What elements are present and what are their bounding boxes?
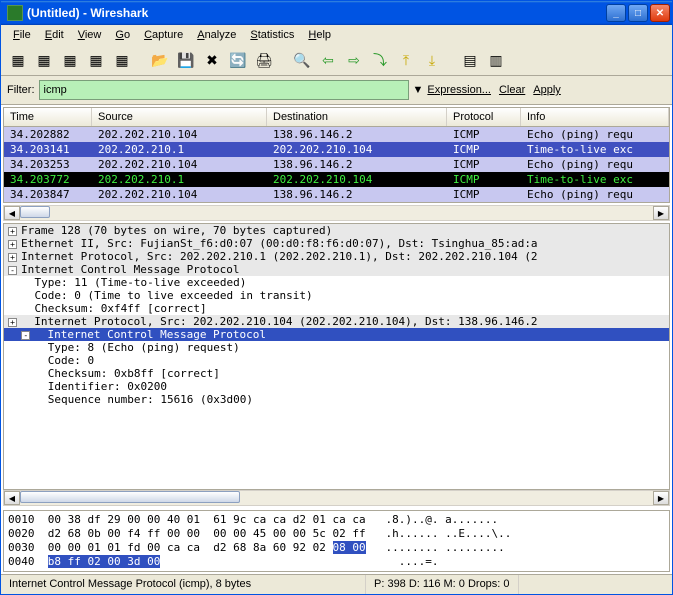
tree-code[interactable]: Code: 0 (Time to live exceeded in transi… [4,289,669,302]
close-file-icon[interactable]: ✖ [201,49,223,71]
tree-checksum[interactable]: Checksum: 0xf4ff [correct] [4,302,669,315]
tree-icmp[interactable]: -Internet Control Message Protocol [4,263,669,276]
hex-row[interactable]: 0010 00 38 df 29 00 00 40 01 61 9c ca ca… [8,513,665,527]
tree-inner-icmp[interactable]: - Internet Control Message Protocol [4,328,669,341]
scroll-right-icon[interactable]: ▶ [653,491,669,505]
goto-icon[interactable]: ⤵ [369,49,391,71]
open-icon[interactable]: 📂 [149,49,171,71]
start-capture-icon[interactable]: ▦ [59,49,81,71]
menu-statistics[interactable]: Statistics [244,27,300,43]
statusbar: Internet Control Message Protocol (icmp)… [1,574,672,594]
tree-type[interactable]: Type: 11 (Time-to-live exceeded) [4,276,669,289]
scroll-left-icon[interactable]: ◀ [4,206,20,220]
col-source[interactable]: Source [92,108,267,126]
autoscroll-icon[interactable]: ▥ [485,49,507,71]
titlebar[interactable]: (Untitled) - Wireshark _ □ ✕ [1,1,672,25]
tree-seqnum[interactable]: Sequence number: 15616 (0x3d00) [4,393,669,406]
save-icon[interactable]: 💾 [175,49,197,71]
scroll-right-icon[interactable]: ▶ [653,206,669,220]
stop-capture-icon[interactable]: ▦ [85,49,107,71]
back-icon[interactable]: ⇦ [317,49,339,71]
hex-pane[interactable]: 0010 00 38 df 29 00 00 40 01 61 9c ca ca… [3,510,670,572]
hex-row[interactable]: 0040 b8 ff 02 00 3d 00 ....=. [8,555,665,569]
menu-help[interactable]: Help [302,27,337,43]
goto-first-icon[interactable]: ⤒ [395,49,417,71]
print-icon[interactable]: 🖨 [253,49,275,71]
minimize-button[interactable]: _ [606,4,626,22]
hex-row[interactable]: 0020 d2 68 0b 00 f4 ff 00 00 00 00 45 00… [8,527,665,541]
menu-analyze[interactable]: Analyze [191,27,242,43]
packet-row[interactable]: 34.202882202.202.210.104138.96.146.2ICMP… [4,127,669,142]
interfaces-icon[interactable]: ▦ [7,49,29,71]
tree-ip[interactable]: +Internet Protocol, Src: 202.202.210.1 (… [4,250,669,263]
packet-row[interactable]: 34.203772202.202.210.1202.202.210.104ICM… [4,172,669,187]
colorize-icon[interactable]: ▤ [459,49,481,71]
filter-input[interactable] [39,80,409,100]
detail-pane: +Frame 128 (70 bytes on wire, 70 bytes c… [3,223,670,490]
tree-frame[interactable]: +Frame 128 (70 bytes on wire, 70 bytes c… [4,224,669,237]
menu-file[interactable]: File [7,27,37,43]
collapse-icon[interactable]: - [8,266,17,275]
reload-icon[interactable]: 🔄 [227,49,249,71]
forward-icon[interactable]: ⇨ [343,49,365,71]
menu-edit[interactable]: Edit [39,27,70,43]
packet-row[interactable]: 34.203141202.202.210.1202.202.210.104ICM… [4,142,669,157]
collapse-icon[interactable]: - [21,331,30,340]
find-icon[interactable]: 🔍 [291,49,313,71]
menu-view[interactable]: View [72,27,108,43]
expression-link[interactable]: Expression... [427,84,491,96]
tree-inner-code[interactable]: Code: 0 [4,354,669,367]
filter-dropdown-icon[interactable]: ▼ [413,84,424,96]
expand-icon[interactable]: + [8,240,17,249]
list-header: Time Source Destination Protocol Info [4,108,669,127]
tree-ethernet[interactable]: +Ethernet II, Src: FujianSt_f6:d0:07 (00… [4,237,669,250]
scroll-left-icon[interactable]: ◀ [4,491,20,505]
filter-bar: Filter: ▼ Expression... Clear Apply [1,76,672,105]
expand-icon[interactable]: + [8,318,17,327]
packet-list: Time Source Destination Protocol Info 34… [3,107,670,203]
hex-row[interactable]: 0030 00 00 01 01 fd 00 ca ca d2 68 8a 60… [8,541,665,555]
app-icon [7,5,23,21]
filter-label: Filter: [7,84,35,96]
packet-row[interactable]: 34.203253202.202.210.104138.96.146.2ICMP… [4,157,669,172]
expand-icon[interactable]: + [8,253,17,262]
menu-capture[interactable]: Capture [138,27,189,43]
tree-inner-ip[interactable]: + Internet Protocol, Src: 202.202.210.10… [4,315,669,328]
menubar: File Edit View Go Capture Analyze Statis… [1,25,672,45]
col-time[interactable]: Time [4,108,92,126]
detail-hscroll[interactable]: ◀ ▶ [3,490,670,506]
tree-identifier[interactable]: Identifier: 0x0200 [4,380,669,393]
col-protocol[interactable]: Protocol [447,108,521,126]
tree-inner-checksum[interactable]: Checksum: 0xb8ff [correct] [4,367,669,380]
status-right: P: 398 D: 116 M: 0 Drops: 0 [366,575,519,594]
status-left: Internet Control Message Protocol (icmp)… [1,575,366,594]
restart-capture-icon[interactable]: ▦ [111,49,133,71]
packet-hscroll[interactable]: ◀ ▶ [3,205,670,221]
packet-row[interactable]: 34.203847202.202.210.104138.96.146.2ICMP… [4,187,669,202]
col-destination[interactable]: Destination [267,108,447,126]
clear-link[interactable]: Clear [499,84,525,96]
col-info[interactable]: Info [521,108,669,126]
expand-icon[interactable]: + [8,227,17,236]
menu-go[interactable]: Go [109,27,136,43]
close-button[interactable]: ✕ [650,4,670,22]
window-title: (Untitled) - Wireshark [27,6,148,20]
maximize-button[interactable]: □ [628,4,648,22]
toolbar: ▦ ▦ ▦ ▦ ▦ 📂 💾 ✖ 🔄 🖨 🔍 ⇦ ⇨ ⤵ ⤒ ⤓ ▤ ▥ [1,45,672,76]
options-icon[interactable]: ▦ [33,49,55,71]
goto-last-icon[interactable]: ⤓ [421,49,443,71]
apply-link[interactable]: Apply [533,84,561,96]
tree-inner-type[interactable]: Type: 8 (Echo (ping) request) [4,341,669,354]
